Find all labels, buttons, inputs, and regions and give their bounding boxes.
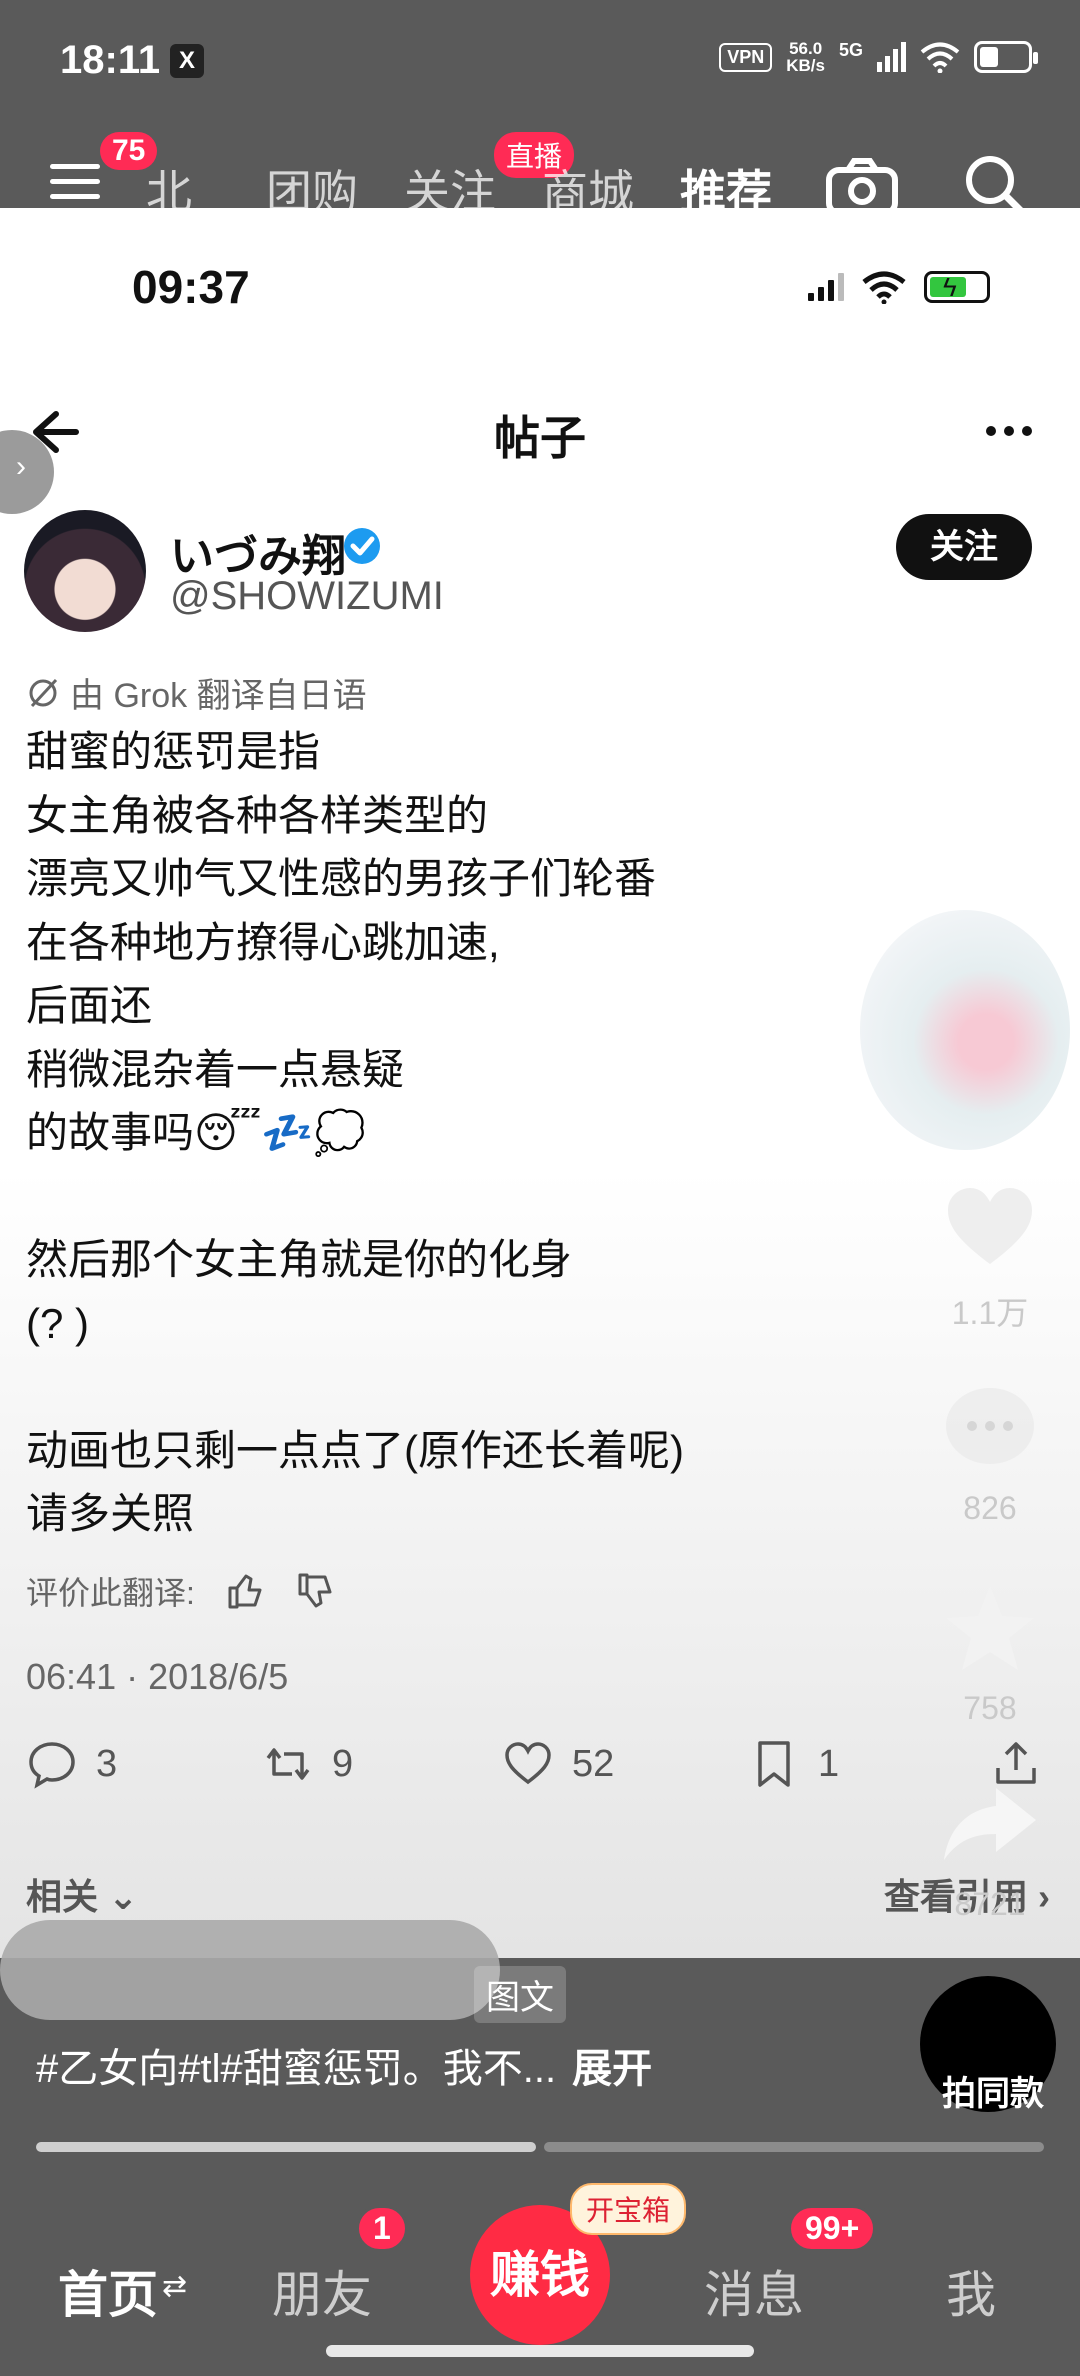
body-line: 漂亮又帅气又性感的男孩子们轮番 [26,855,657,902]
net-speed: 56.0 KB/s [786,40,825,74]
top-nav: 75 北 团购 关注 直播 商城 推荐 [0,120,1080,236]
inner-battery-icon: ϟ [924,271,990,303]
more-options-icon[interactable] [986,426,1032,436]
thumbs-up-icon[interactable] [225,1571,265,1611]
body-line [26,1355,946,1419]
creator-avatar[interactable] [860,910,1070,1150]
related-dropdown[interactable]: 相关 ⌄ [26,1868,138,1920]
side-share-button[interactable]: 8721 [930,1774,1050,1923]
body-line: 动画也只剩一点点了(原作还长着呢) [26,1426,684,1474]
tab-messages[interactable]: 消息 [704,2255,804,2327]
body-line: 甜蜜的惩罚是指 [26,728,321,775]
tab-friends[interactable]: 朋友 [272,2255,372,2327]
inner-signal-icon [808,273,844,301]
translation-note-text: 由 Grok 翻译自日语 [70,677,367,715]
body-line: 稍微混杂着一点悬疑 [26,1045,405,1093]
repost-icon [266,1748,310,1780]
os-status-icons: VPN 56.0 KB/s 5G [719,40,1038,74]
vpn-icon: VPN [719,42,773,72]
inner-wifi-icon [862,271,906,304]
side-star-icon [946,1586,1034,1670]
treasure-box-badge[interactable]: 开宝箱 [570,2183,687,2235]
tab-me[interactable]: 我 [946,2255,996,2327]
reply-count: 3 [96,1742,118,1785]
post-actions: 3 9 52 1 [26,1738,1036,1808]
home-indicator[interactable] [326,2345,754,2357]
side-comment-icon [946,1388,1034,1464]
os-status-bar: 18:11 X VPN 56.0 KB/s 5G [0,0,1080,120]
rate-translation: 评价此翻译: [26,1568,335,1614]
image-post-tag: 图文 [474,1966,566,2023]
author-handle: @SHOWIZUMI [170,574,444,618]
side-favorite-count: 758 [963,1690,1017,1726]
chevron-down-icon: ⌄ [108,1876,139,1917]
body-line: 女主角被各种各样类型的 [26,791,489,839]
chevron-right-icon: › [16,450,26,483]
net-speed-unit: KB/s [786,56,825,75]
translation-note: 由 Grok 翻译自日语 [26,668,367,717]
blurred-creator-name [0,1920,500,2020]
related-label: 相关 [26,1876,99,1917]
post-body: 甜蜜的惩罚是指 女主角被各种各样类型的 漂亮又帅气又性感的男孩子们轮番 在各种地… [26,720,946,1546]
body-line: 后面还 [26,982,153,1029]
x-app-icon: X [170,44,204,78]
net-type: 5G [838,40,863,60]
page-title: 帖子 [494,412,586,464]
shoot-same-label[interactable]: 拍同款 [928,2066,1058,2115]
signal-icon [877,42,906,72]
progress-segment-current [36,2142,536,2152]
caption-text: #乙女向#tl#甜蜜惩罚。我不... [36,2047,557,2091]
os-time: 18:11 [60,38,161,82]
reply-button[interactable]: 3 [26,1738,117,1790]
side-like-count: 1.1万 [951,1295,1029,1331]
progress-segment-next [544,2142,1044,2152]
body-line: 然后那个女主角就是你的化身 [26,1236,573,1283]
bookmark-button[interactable]: 1 [748,1738,839,1790]
wifi-icon [920,42,960,73]
body-line: 请多关照 [26,1490,195,1537]
like-button[interactable]: 52 [502,1738,614,1790]
app-screen: 18:11 X VPN 56.0 KB/s 5G 75 北 团购 关注 直播 商… [0,0,1080,2376]
side-comment-count: 826 [963,1490,1017,1526]
video-caption[interactable]: #乙女向#tl#甜蜜惩罚。我不... 展开 [36,2036,652,2094]
bottom-tab-bar: 首页 ⇄ 朋友 1 赚钱 开宝箱 消息 99+ 我 [0,2175,1080,2376]
heart-icon [505,1742,551,1785]
body-line: 的故事吗😴💤💭 [26,1109,366,1156]
rate-translation-label: 评价此翻译: [26,1575,195,1611]
inner-time: 09:37 [132,261,250,313]
bookmark-count: 1 [818,1742,840,1785]
side-share-count: 8721 [954,1886,1026,1922]
side-like-button[interactable]: 1.1万 [930,1176,1050,1334]
bookmark-icon [758,1741,790,1787]
post-timestamp: 06:41 · 2018/6/5 [26,1656,289,1697]
verified-badge-icon [344,528,380,564]
body-line: (? ) [26,1299,89,1347]
inner-status-icons: ϟ [808,270,990,304]
grok-icon [29,678,58,707]
menu-icon[interactable] [50,164,100,204]
image-progress[interactable] [36,2142,1044,2152]
expand-link[interactable]: 展开 [572,2047,652,2091]
avatar[interactable] [24,510,146,632]
side-share-icon [944,1788,1036,1860]
body-line [26,1165,946,1229]
body-line: 在各种地方撩得心跳加速, [26,918,500,966]
thumbs-down-icon[interactable] [295,1571,335,1611]
messages-badge: 99+ [788,2205,877,2252]
follow-button[interactable]: 关注 [896,514,1032,580]
like-count: 52 [572,1742,615,1785]
side-favorite-button[interactable]: 758 [930,1578,1050,1727]
tab-home[interactable]: 首页 [58,2255,158,2327]
side-comment-button[interactable]: 826 [930,1378,1050,1527]
friends-badge: 1 [356,2205,408,2252]
side-heart-icon [948,1188,1032,1264]
repost-count: 9 [332,1742,354,1785]
reply-icon [29,1742,75,1789]
repost-button[interactable]: 9 [262,1738,353,1790]
battery-icon [974,41,1038,73]
swap-icon: ⇄ [162,2270,188,2303]
